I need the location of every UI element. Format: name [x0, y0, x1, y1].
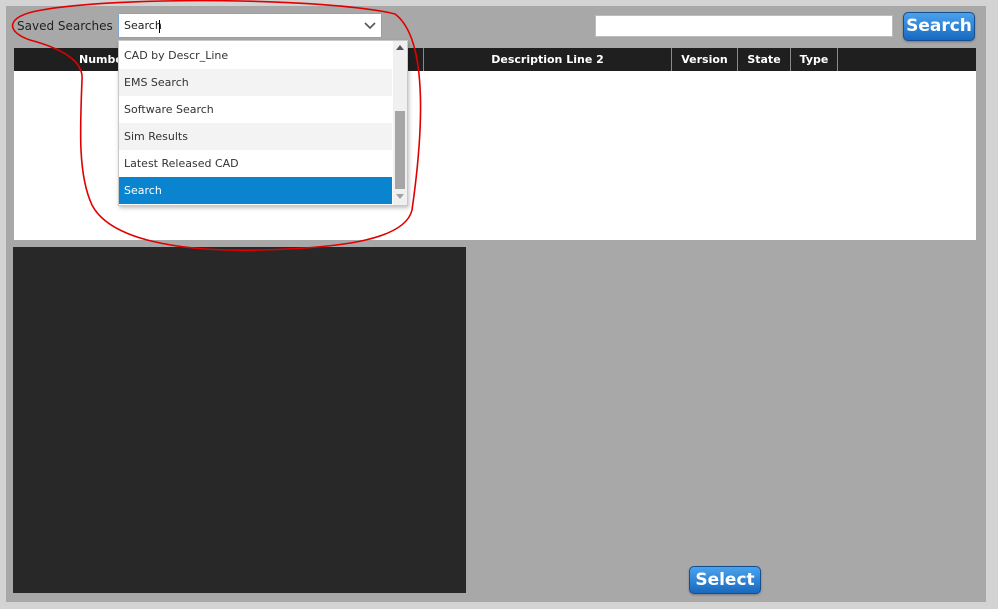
saved-searches-value[interactable]: Search: [124, 19, 162, 32]
column-header-version[interactable]: Version: [672, 48, 738, 71]
text-caret: [159, 20, 160, 33]
saved-searches-combobox[interactable]: Search: [118, 13, 382, 38]
dropdown-option[interactable]: Software Search: [119, 96, 392, 123]
column-header-type[interactable]: Type: [791, 48, 838, 71]
dropdown-option-selected[interactable]: Search: [119, 177, 392, 204]
dropdown-scrollbar[interactable]: [393, 41, 407, 205]
saved-searches-label: Saved Searches: [17, 19, 113, 33]
dropdown-option[interactable]: EMS Search: [119, 69, 392, 96]
dropdown-option[interactable]: Latest Released CAD: [119, 150, 392, 177]
scroll-up-arrow-icon[interactable]: [396, 45, 404, 50]
dropdown-option[interactable]: CAD by Descr_Line: [119, 42, 392, 69]
app-window: Saved Searches Search Search Number Desc…: [6, 6, 986, 602]
column-header-description-line-2[interactable]: Description Line 2: [424, 48, 672, 71]
select-button[interactable]: Select: [689, 566, 761, 594]
scroll-down-arrow-icon[interactable]: [396, 194, 404, 199]
column-header-state[interactable]: State: [738, 48, 791, 71]
preview-panel: [13, 247, 466, 593]
search-button[interactable]: Search: [903, 12, 975, 41]
saved-searches-dropdown-list[interactable]: CAD by Descr_Line EMS Search Software Se…: [118, 40, 408, 206]
chevron-down-icon[interactable]: [363, 19, 377, 33]
search-input[interactable]: [595, 15, 893, 37]
scrollbar-thumb[interactable]: [395, 111, 405, 189]
dropdown-option[interactable]: Sim Results: [119, 123, 392, 150]
